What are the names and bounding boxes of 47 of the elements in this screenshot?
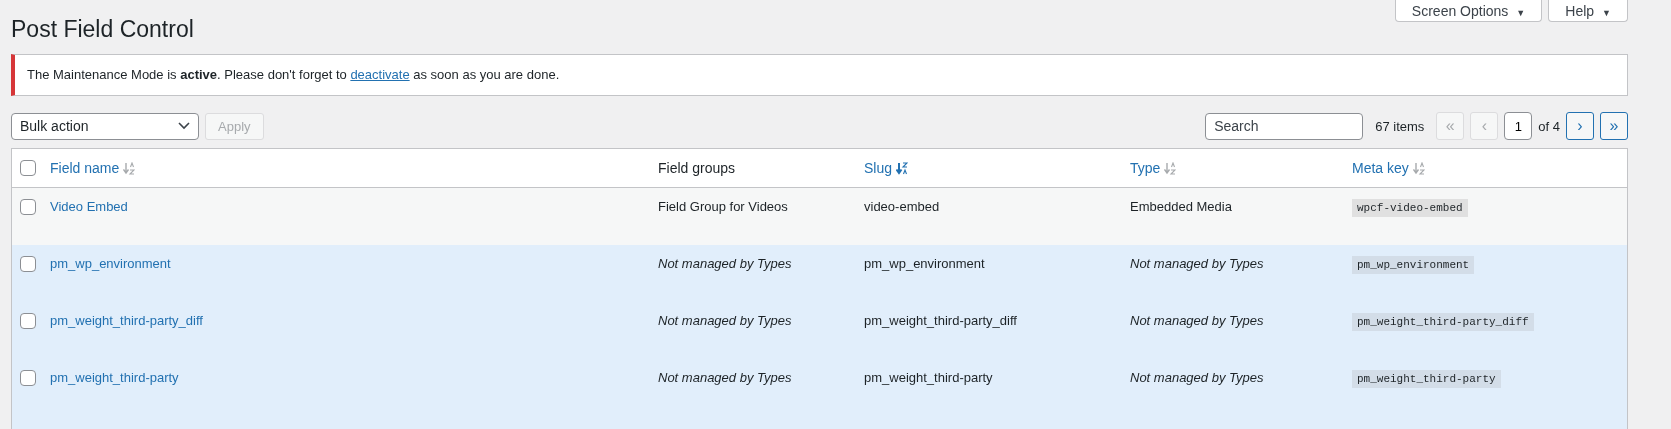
search-field[interactable]: Search bbox=[1205, 112, 1364, 140]
meta-key-code: wpcf-video-embed bbox=[1352, 199, 1468, 217]
bulk-action-select[interactable]: Bulk action bbox=[11, 112, 199, 140]
checkbox[interactable] bbox=[20, 159, 36, 176]
column-header[interactable]: Field name bbox=[50, 160, 136, 176]
table-cell: Not managed by Types bbox=[1130, 313, 1264, 328]
pagination-button[interactable]: › bbox=[1566, 112, 1594, 140]
meta-key-code: pm_weight_third-party_diff bbox=[1352, 313, 1534, 331]
table-cell: pm_weight_third-party bbox=[864, 370, 993, 385]
deactivate-link[interactable]: deactivate bbox=[350, 67, 410, 82]
checkbox[interactable] bbox=[20, 313, 36, 329]
tab-button[interactable]: Help ▼ bbox=[1548, 0, 1628, 22]
chevron-icon bbox=[178, 122, 190, 130]
table-cell: Not managed by Types bbox=[658, 313, 792, 328]
field-name-link[interactable]: pm_weight_third-party bbox=[50, 370, 179, 385]
sort-icon bbox=[896, 162, 909, 175]
page-number-field[interactable]: 1 bbox=[1504, 112, 1533, 140]
field-name-link[interactable]: pm_wp_environment bbox=[50, 256, 171, 271]
meta-key-code: pm_wp_environment bbox=[1352, 256, 1475, 274]
table-cell: Field Group for Videos bbox=[658, 199, 788, 214]
page-total: of 4 bbox=[1538, 118, 1560, 134]
sort-icon bbox=[1164, 162, 1177, 175]
meta-key-code: pm_weight_third-party bbox=[1352, 370, 1501, 388]
column-header[interactable]: Type bbox=[1130, 160, 1177, 176]
table-cell: Not managed by Types bbox=[658, 256, 792, 271]
table-cell: Not managed by Types bbox=[1130, 256, 1264, 271]
tab-button[interactable]: Screen Options ▼ bbox=[1394, 0, 1543, 22]
sort-icon bbox=[1412, 162, 1425, 175]
page-title: Post Field Control bbox=[11, 15, 195, 44]
pagination-button[interactable]: » bbox=[1600, 112, 1628, 140]
column-header[interactable]: Slug bbox=[864, 160, 909, 176]
column-header: Field groups bbox=[658, 160, 736, 176]
checkbox[interactable] bbox=[20, 256, 36, 272]
checkbox[interactable] bbox=[20, 370, 36, 386]
column-header[interactable]: Meta key bbox=[1352, 160, 1425, 176]
field-name-link[interactable]: pm_weight_third-party_diff bbox=[50, 313, 203, 328]
item-count: 67 items bbox=[1375, 118, 1425, 134]
table-cell: pm_wp_environment bbox=[864, 256, 985, 271]
notice-text: The Maintenance Mode is active. Please don't forget to deactivate as soon as you are done. bbox=[27, 67, 560, 82]
sort-icon bbox=[123, 162, 136, 175]
table-cell: Embedded Media bbox=[1130, 199, 1232, 214]
table-cell: pm_weight_third-party_diff bbox=[864, 313, 1017, 328]
field-name-link[interactable]: Video Embed bbox=[50, 199, 128, 214]
table-cell: Not managed by Types bbox=[658, 370, 792, 385]
table-cell: video-embed bbox=[864, 199, 940, 214]
table-cell: Not managed by Types bbox=[1130, 370, 1264, 385]
checkbox[interactable] bbox=[20, 199, 36, 215]
